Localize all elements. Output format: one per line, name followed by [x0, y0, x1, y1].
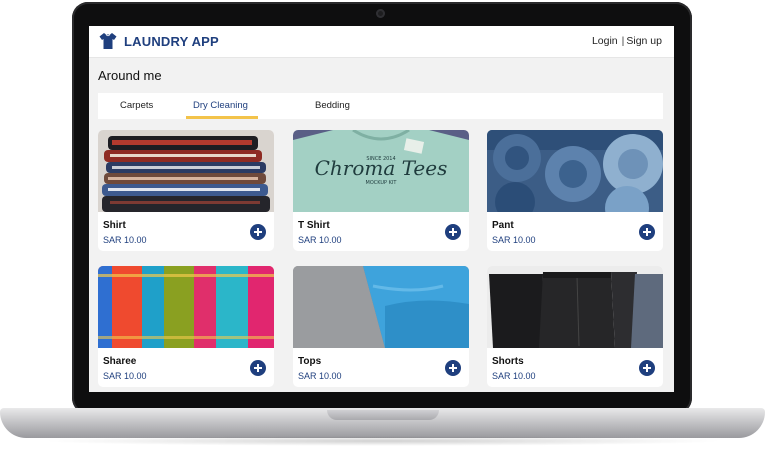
section-title: Around me — [98, 68, 162, 83]
auth-separator: | — [621, 35, 625, 47]
app-header: LAUNDRY APP Login | Sign up — [89, 26, 674, 58]
svg-text:MOCKUP KIT: MOCKUP KIT — [366, 180, 398, 186]
signup-link[interactable]: Sign up — [626, 35, 662, 47]
product-name: Shorts — [492, 356, 524, 367]
svg-text:SINCE 2014: SINCE 2014 — [366, 156, 395, 162]
product-name: Tops — [298, 356, 322, 367]
product-card-tshirt[interactable]: Chroma Tees SINCE 2014 MOCKUP KIT T Shir… — [293, 130, 469, 251]
black-shorts-photo — [487, 266, 663, 348]
category-tabs: Carpets Dry Cleaning Bedding — [98, 93, 663, 119]
laptop-notch — [327, 410, 439, 420]
app-brand[interactable]: LAUNDRY APP — [124, 34, 219, 49]
login-link[interactable]: Login — [592, 35, 618, 47]
add-to-cart-button[interactable] — [639, 224, 655, 240]
add-to-cart-button[interactable] — [639, 360, 655, 376]
rolled-jeans-photo — [487, 130, 663, 212]
tshirt-logo-icon — [99, 33, 117, 49]
folded-tops-photo — [293, 266, 469, 348]
product-price: SAR 10.00 — [103, 371, 147, 381]
add-to-cart-button[interactable] — [250, 224, 266, 240]
auth-links: Login | Sign up — [592, 35, 662, 47]
laptop-shadow — [40, 436, 725, 446]
product-price: SAR 10.00 — [103, 235, 147, 245]
colorful-sarees-photo — [98, 266, 274, 348]
product-name: Sharee — [103, 356, 137, 367]
webcam — [376, 9, 385, 18]
product-card-tops[interactable]: Tops SAR 10.00 — [293, 266, 469, 387]
product-price: SAR 10.00 — [298, 235, 342, 245]
product-card-shorts[interactable]: Shorts SAR 10.00 — [487, 266, 663, 387]
tab-dry-cleaning[interactable]: Dry Cleaning — [193, 100, 248, 111]
app-screen: LAUNDRY APP Login | Sign up Around me Carp… — [89, 26, 674, 392]
product-card-pant[interactable]: Pant SAR 10.00 — [487, 130, 663, 251]
add-to-cart-button[interactable] — [250, 360, 266, 376]
product-name: T Shirt — [298, 220, 330, 231]
product-name: Pant — [492, 220, 514, 231]
product-price: SAR 10.00 — [492, 371, 536, 381]
folded-shirts-photo — [98, 130, 274, 212]
tab-bedding[interactable]: Bedding — [315, 100, 350, 111]
active-tab-indicator — [186, 116, 258, 119]
add-to-cart-button[interactable] — [445, 360, 461, 376]
tab-carpets[interactable]: Carpets — [120, 100, 153, 111]
product-price: SAR 10.00 — [492, 235, 536, 245]
product-price: SAR 10.00 — [298, 371, 342, 381]
add-to-cart-button[interactable] — [445, 224, 461, 240]
product-card-shirt[interactable]: Shirt SAR 10.00 — [98, 130, 274, 251]
product-card-sharee[interactable]: Sharee SAR 10.00 — [98, 266, 274, 387]
product-name: Shirt — [103, 220, 126, 231]
printed-tshirt-photo: Chroma Tees SINCE 2014 MOCKUP KIT — [293, 130, 469, 212]
